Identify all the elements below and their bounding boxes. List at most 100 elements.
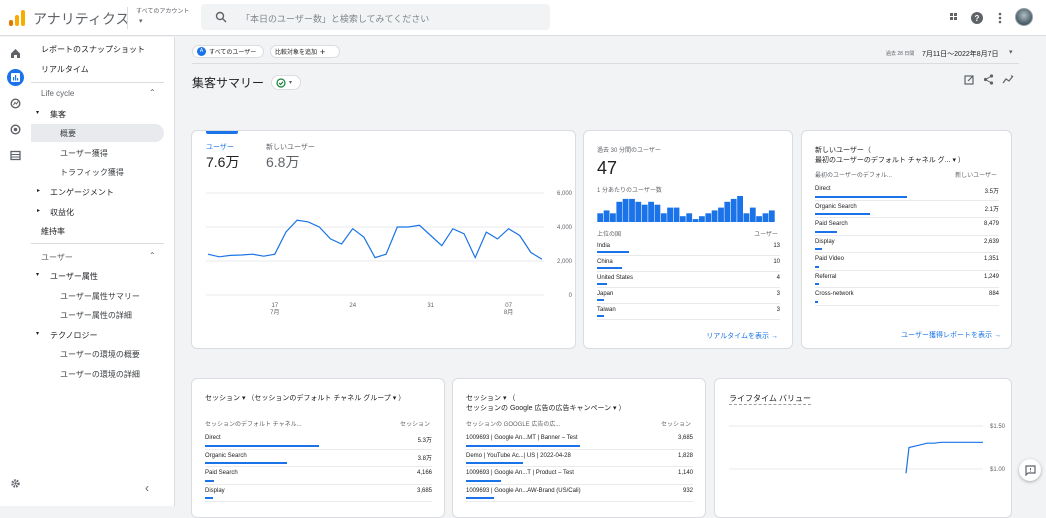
- chevron-down-icon[interactable]: ▾: [1009, 48, 1013, 56]
- insights-icon[interactable]: [1002, 74, 1014, 85]
- row-value: 3,685: [416, 487, 432, 494]
- row-bar: [597, 267, 622, 269]
- table-row[interactable]: United States 4: [597, 272, 780, 288]
- caret-right-icon[interactable]: ▸: [37, 207, 40, 214]
- table-row[interactable]: Organic Search 2.1万: [815, 201, 999, 218]
- help-icon[interactable]: ?: [970, 11, 984, 25]
- nav-acquisition[interactable]: 集客: [50, 109, 66, 120]
- card-title-line1[interactable]: 新しいユーザー（: [815, 145, 871, 155]
- table-row[interactable]: Taiwan 3: [597, 304, 780, 320]
- view-realtime-link[interactable]: リアルタイムを表示 →: [706, 331, 778, 341]
- col-header-campaign-sessions: セッション: [660, 422, 691, 428]
- dimension-selector: 最初のユーザーのデフォルト チャネル グ...: [815, 157, 951, 164]
- per-minute-bar: [635, 201, 642, 222]
- x-tick-label: 17: [271, 303, 278, 309]
- ltv-line-chart[interactable]: $1.50 $1.00: [715, 379, 1012, 518]
- row-label: Paid Video: [815, 256, 844, 262]
- account-selector[interactable]: すべてのアカウント: [136, 6, 189, 15]
- segment-chip[interactable]: A すべてのユーザー: [192, 45, 264, 58]
- configure-icon[interactable]: [7, 147, 24, 164]
- campaign-sessions-card: セッション ▾ （ セッションの Google 広告の広告キャンペーン ▾ ） …: [452, 378, 706, 518]
- table-row[interactable]: Organic Search 3.8万: [205, 450, 432, 467]
- view-user-acquisition-link[interactable]: ユーザー獲得レポートを表示 →: [901, 330, 1001, 340]
- nav-tech-overview[interactable]: ユーザーの環境の概要: [60, 349, 140, 360]
- realtime-value: 47: [597, 158, 618, 178]
- campaign-title-line1[interactable]: セッション ▾ （: [466, 393, 515, 403]
- table-row[interactable]: Japan 3: [597, 288, 780, 304]
- nav-snapshot[interactable]: レポートのスナップショット: [41, 44, 145, 55]
- status-badge[interactable]: ▾: [271, 75, 301, 90]
- analytics-logo[interactable]: [9, 10, 25, 26]
- nav-tech-detail[interactable]: ユーザーの環境の詳細: [60, 369, 140, 380]
- sessions-card-title[interactable]: セッション ▾ （セッションのデフォルト チャネル グループ ▾ ）: [205, 393, 405, 403]
- table-row[interactable]: Paid Search 4,166: [205, 467, 432, 485]
- apps-grid-icon[interactable]: [948, 11, 962, 25]
- add-comparison-button[interactable]: 比較対象を追加 +: [270, 45, 340, 58]
- nav-realtime[interactable]: リアルタイム: [41, 64, 89, 75]
- arrow-right-icon: →: [994, 332, 1001, 339]
- table-row[interactable]: Direct 3.5万: [815, 183, 999, 201]
- per-minute-bar-chart[interactable]: [597, 194, 775, 222]
- table-row[interactable]: Cross-network 884: [815, 288, 999, 306]
- table-row[interactable]: Display 3,685: [205, 485, 432, 502]
- chevron-up-icon[interactable]: ⌃: [149, 88, 156, 97]
- table-row[interactable]: Display 2,639: [815, 236, 999, 253]
- caret-down-icon[interactable]: ▾: [36, 330, 39, 337]
- nav-lifecycle-header[interactable]: Life cycle: [41, 89, 74, 98]
- per-minute-bar: [730, 198, 737, 222]
- avatar[interactable]: [1015, 8, 1033, 26]
- customize-report-icon[interactable]: [964, 74, 975, 85]
- nav-user-attr-summary[interactable]: ユーザー属性サマリー: [60, 291, 140, 302]
- more-vert-icon[interactable]: [993, 11, 1007, 25]
- nav-user-attr-detail[interactable]: ユーザー属性の詳細: [60, 310, 132, 321]
- nav-traffic-acquisition[interactable]: トラフィック獲得: [60, 167, 124, 178]
- caret-right-icon[interactable]: ▸: [37, 187, 40, 194]
- nav-overview[interactable]: 概要: [60, 128, 76, 139]
- campaign-title-line2[interactable]: セッションの Google 広告の広告キャンペーン ▾ ）: [466, 403, 626, 413]
- row-label: Direct: [815, 186, 831, 192]
- nav-user-section-header[interactable]: ユーザー: [41, 252, 73, 263]
- per-minute-bar: [629, 198, 635, 222]
- share-icon[interactable]: [983, 74, 994, 85]
- caret-down-icon[interactable]: ▾: [36, 109, 39, 116]
- app-name[interactable]: アナリティクス: [33, 9, 129, 29]
- table-row[interactable]: Paid Search 8,479: [815, 218, 999, 236]
- chevron-down-icon[interactable]: ▾: [139, 17, 143, 25]
- chevron-up-icon[interactable]: ⌃: [149, 251, 156, 260]
- nav-engagement[interactable]: エンゲージメント: [50, 187, 114, 198]
- search-bar[interactable]: 「本日のユーザー数」と検索してみてください: [201, 4, 550, 30]
- settings-gear-icon[interactable]: [7, 475, 24, 492]
- table-row[interactable]: Direct 5.3万: [205, 432, 432, 450]
- nav-user-attributes[interactable]: ユーザー属性: [50, 271, 98, 282]
- table-row[interactable]: 1009693 | Google An...MT | Banner – Test…: [466, 432, 693, 450]
- table-row[interactable]: Demo | YouTube Ac...| US | 2022-04-28 1,8…: [466, 450, 693, 467]
- explore-icon[interactable]: [7, 95, 24, 112]
- table-row[interactable]: China 10: [597, 256, 780, 272]
- table-row[interactable]: 1009693 | Google An...T | Product – Test…: [466, 467, 693, 485]
- nav-retention[interactable]: 維持率: [41, 226, 65, 237]
- table-row[interactable]: 1009693 | Google An...AW-Brand (US/Cali)…: [466, 485, 693, 502]
- row-bar: [815, 195, 907, 198]
- per-minute-bar: [648, 201, 654, 222]
- advertising-icon[interactable]: [7, 121, 24, 138]
- table-row[interactable]: India 13: [597, 240, 780, 256]
- realtime-label: 過去 30 分間のユーザー: [597, 148, 661, 154]
- caret-down-icon[interactable]: ▾: [36, 271, 39, 278]
- table-row[interactable]: Paid Video 1,351: [815, 253, 999, 271]
- card-title-line2[interactable]: 最初のユーザーのデフォルト チャネル グ... ▾ ）: [815, 155, 965, 165]
- nav-tech[interactable]: テクノロジー: [50, 330, 98, 341]
- nav-monetization[interactable]: 収益化: [50, 207, 74, 218]
- date-range-picker[interactable]: 7月11日～2022年8月7日: [922, 49, 999, 59]
- collapse-chevron-icon[interactable]: ‹: [145, 481, 149, 495]
- users-line-chart[interactable]: 6,000 4,000 2,000 0 17 24 31 07 7月 8月: [192, 131, 576, 349]
- reports-icon[interactable]: [7, 69, 24, 86]
- nav-user-acquisition[interactable]: ユーザー獲得: [60, 148, 108, 159]
- table-row[interactable]: Referral 1,249: [815, 271, 999, 288]
- date-range-prefix: 過去 28 日間: [886, 51, 915, 57]
- home-icon[interactable]: [7, 45, 24, 62]
- search-input[interactable]: 「本日のユーザー数」と検索してみてください: [241, 12, 429, 25]
- plus-icon: +: [320, 46, 326, 57]
- row-value: 4,166: [416, 470, 432, 476]
- x-tick-label: 07: [505, 303, 512, 309]
- feedback-button[interactable]: [1019, 459, 1041, 481]
